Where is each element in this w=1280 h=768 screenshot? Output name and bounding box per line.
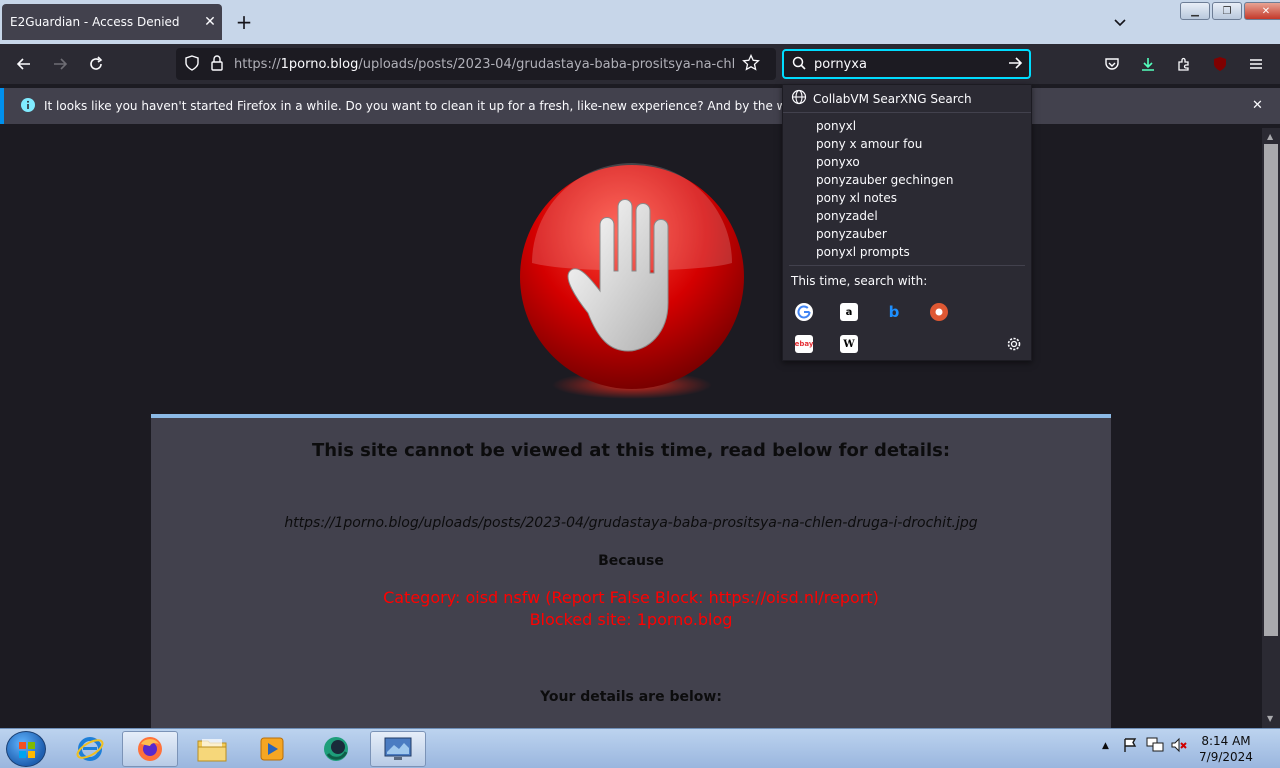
forward-icon[interactable] <box>48 52 72 76</box>
internet-explorer-icon[interactable] <box>62 731 118 767</box>
go-arrow-icon[interactable] <box>1007 55 1023 74</box>
engine-buttons: a b ebay W <box>783 293 1033 353</box>
suggestion-item[interactable]: ponyxo <box>783 153 1031 171</box>
pocket-icon[interactable] <box>1100 52 1124 76</box>
tab-bar: E2Guardian - Access Denied ✕ + ▁ ❐ ✕ <box>0 0 1280 44</box>
star-icon[interactable] <box>742 53 760 75</box>
suggestion-item[interactable]: ponyzauber <box>783 225 1031 243</box>
ublock-icon[interactable] <box>1208 52 1232 76</box>
block-category: Category: oisd nsfw (Report False Block:… <box>383 588 879 607</box>
bing-icon[interactable]: b <box>885 303 903 321</box>
menu-icon[interactable] <box>1244 52 1268 76</box>
scroll-down-icon[interactable]: ▼ <box>1267 714 1273 723</box>
chevron-down-icon[interactable] <box>1108 10 1132 34</box>
clock-date: 7/9/2024 <box>1199 750 1253 764</box>
clock-time: 8:14 AM <box>1201 734 1251 748</box>
search-with-label: This time, search with: <box>791 274 928 288</box>
info-icon <box>20 97 36 116</box>
gear-icon[interactable] <box>1005 335 1023 353</box>
remote-desktop-icon[interactable] <box>370 731 426 767</box>
suggestion-item[interactable]: ponyzadel <box>783 207 1031 225</box>
tray-expand-icon[interactable]: ▲ <box>1102 741 1109 751</box>
notification-close-icon[interactable]: ✕ <box>1252 98 1263 113</box>
url-text: https://1porno.blog/uploads/posts/2023-0… <box>234 57 734 72</box>
minimize-button[interactable]: ▁ <box>1180 2 1210 20</box>
suggestion-list: ponyxl pony x amour fou ponyxo ponyzaube… <box>783 113 1031 261</box>
nav-bar: https://1porno.blog/uploads/posts/2023-0… <box>0 44 1280 84</box>
blocked-url: https://1porno.blog/uploads/posts/2023-0… <box>284 515 978 531</box>
media-player-icon[interactable] <box>244 731 300 767</box>
search-input[interactable]: pornyxa <box>782 49 1031 79</box>
google-icon[interactable] <box>795 303 813 321</box>
suggestion-item[interactable]: ponyxl prompts <box>783 243 1031 261</box>
page-title: This site cannot be viewed at this time,… <box>311 440 951 461</box>
search-icon <box>792 56 806 73</box>
notification-bar: It looks like you haven't started Firefo… <box>0 88 1280 124</box>
firefox-icon[interactable] <box>122 731 178 767</box>
duckduckgo-icon[interactable] <box>930 303 948 321</box>
suggestion-item[interactable]: pony xl notes <box>783 189 1031 207</box>
search-value: pornyxa <box>814 56 867 72</box>
block-panel: This site cannot be viewed at this time,… <box>151 414 1111 728</box>
network-icon[interactable] <box>1146 737 1164 756</box>
window-controls: ▁ ❐ ✕ <box>1180 2 1280 20</box>
block-reason: Category: oisd nsfw (Report False Block:… <box>151 587 1111 631</box>
dropdown-engine-row[interactable]: CollabVM SearXNG Search <box>783 85 1031 113</box>
shield-icon[interactable] <box>184 54 200 74</box>
url-domain: 1porno.blog <box>280 56 359 72</box>
notification-text: It looks like you haven't started Firefo… <box>44 99 900 113</box>
scroll-thumb[interactable] <box>1264 144 1278 636</box>
start-button[interactable] <box>6 731 46 767</box>
scrollbar[interactable]: ▲ ▼ <box>1262 128 1280 728</box>
url-prefix: https:// <box>234 56 281 72</box>
close-window-button[interactable]: ✕ <box>1244 2 1280 20</box>
back-icon[interactable] <box>12 52 36 76</box>
taskbar-clock[interactable]: 8:14 AM 7/9/2024 <box>1196 733 1256 765</box>
suggestion-item[interactable]: pony x amour fou <box>783 135 1031 153</box>
tab-title: E2Guardian - Access Denied <box>10 15 180 29</box>
scroll-up-icon[interactable]: ▲ <box>1267 132 1273 141</box>
flag-icon[interactable] <box>1122 737 1138 756</box>
url-bar[interactable]: https://1porno.blog/uploads/posts/2023-0… <box>176 48 776 80</box>
volume-muted-icon[interactable] <box>1170 737 1188 756</box>
tab-close-icon[interactable]: ✕ <box>198 10 222 34</box>
dropdown-divider <box>789 265 1025 266</box>
wikipedia-icon[interactable]: W <box>840 335 858 353</box>
suggestion-item[interactable]: ponyxl <box>783 117 1031 135</box>
suggestion-item[interactable]: ponyzauber gechingen <box>783 171 1031 189</box>
new-tab-icon[interactable]: + <box>232 10 256 34</box>
globe-icon <box>791 89 807 108</box>
because-label: Because <box>598 553 664 569</box>
blocked-site: Blocked site: 1porno.blog <box>529 610 733 629</box>
stop-hand-icon <box>518 163 746 399</box>
dropdown-engine-name: CollabVM SearXNG Search <box>813 91 972 106</box>
details-heading: Your details are below: <box>540 689 722 705</box>
downloads-icon[interactable] <box>1136 52 1160 76</box>
extensions-icon[interactable] <box>1172 52 1196 76</box>
restore-button[interactable]: ❐ <box>1212 2 1242 20</box>
file-explorer-icon[interactable] <box>184 731 240 767</box>
page-content: This site cannot be viewed at this time,… <box>0 128 1262 728</box>
ebay-icon[interactable]: ebay <box>795 335 813 353</box>
tab-active[interactable]: E2Guardian - Access Denied ✕ <box>2 4 222 40</box>
url-path: /uploads/posts/2023-04/grudastaya-baba-p… <box>358 56 734 72</box>
taskbar: ▲ 8:14 AM 7/9/2024 <box>0 728 1280 768</box>
search-suggestions-popup: CollabVM SearXNG Search ponyxl pony x am… <box>782 84 1032 361</box>
amazon-icon[interactable]: a <box>840 303 858 321</box>
reload-icon[interactable] <box>84 52 108 76</box>
lock-icon[interactable] <box>210 54 224 74</box>
app-icon[interactable] <box>308 731 364 767</box>
